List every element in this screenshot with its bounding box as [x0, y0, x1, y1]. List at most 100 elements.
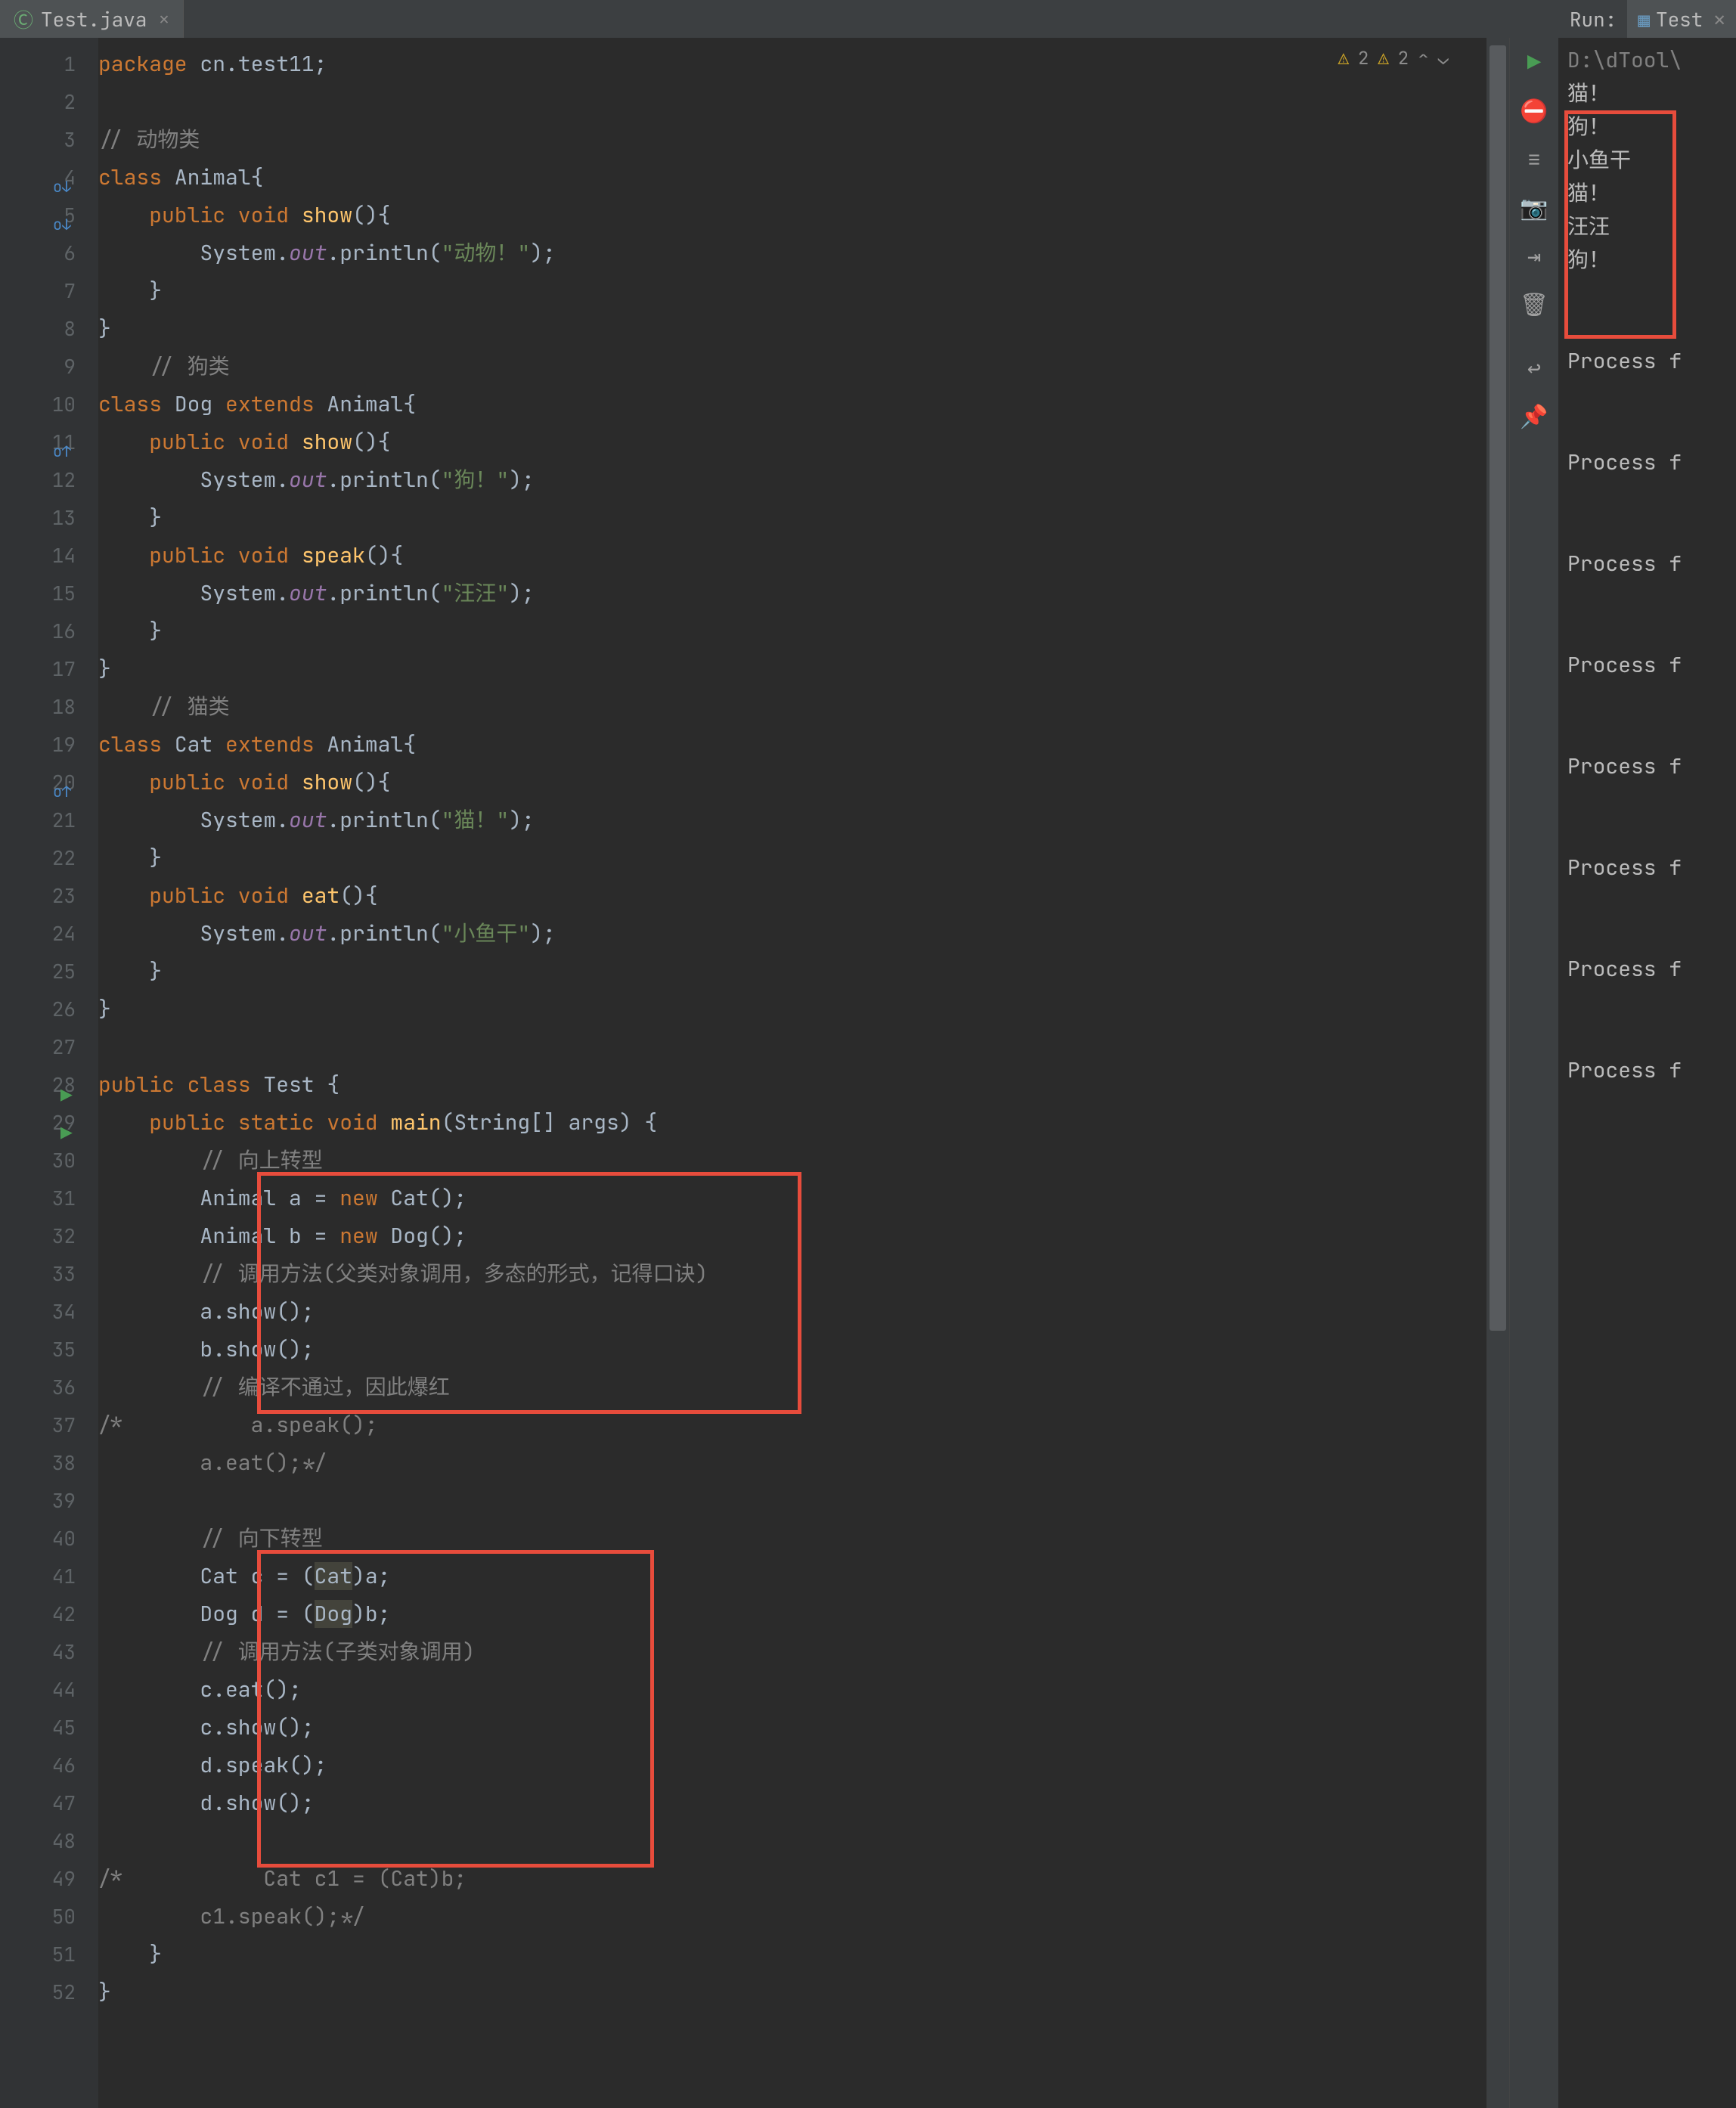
line-number[interactable]: 43 [0, 1633, 98, 1671]
code-line[interactable]: /* a.speak(); [98, 1406, 1486, 1444]
line-number[interactable]: 41 [0, 1558, 98, 1595]
code-line[interactable]: d.show(); [98, 1784, 1486, 1822]
layout-icon[interactable]: ≡ [1527, 144, 1541, 174]
line-number[interactable]: 9 [0, 348, 98, 386]
code-line[interactable]: c.eat(); [98, 1671, 1486, 1709]
line-number[interactable]: 31 [0, 1180, 98, 1217]
line-number[interactable]: 38 [0, 1444, 98, 1482]
line-number[interactable]: 39 [0, 1482, 98, 1520]
code-line[interactable]: class Animal{ [98, 159, 1486, 197]
code-line[interactable]: // 调用方法(子类对象调用) [98, 1633, 1486, 1671]
code-line[interactable]: c1.speak();*/ [98, 1898, 1486, 1936]
line-number[interactable]: 2 [0, 83, 98, 121]
line-number[interactable]: 28▶ [0, 1066, 98, 1104]
run-tab[interactable]: ▦ Test ✕ [1627, 0, 1736, 38]
code-line[interactable]: // 动物类 [98, 121, 1486, 159]
line-number[interactable]: 45 [0, 1709, 98, 1747]
code-line[interactable]: // 猫类 [98, 688, 1486, 726]
code-line[interactable]: b.show(); [98, 1331, 1486, 1369]
line-number[interactable]: 40 [0, 1520, 98, 1558]
code-line[interactable] [98, 83, 1486, 121]
line-number[interactable]: 21 [0, 801, 98, 839]
code-area[interactable]: package cn.test11;// 动物类class Animal{ pu… [98, 38, 1486, 2011]
code-line[interactable]: // 编译不通过，因此爆红 [98, 1369, 1486, 1406]
editor-scrollbar[interactable] [1486, 38, 1509, 2108]
line-number[interactable]: 3 [0, 121, 98, 159]
code-line[interactable] [98, 1028, 1486, 1066]
line-number[interactable]: 42 [0, 1595, 98, 1633]
line-number[interactable]: 17 [0, 650, 98, 688]
line-number[interactable]: 23 [0, 877, 98, 915]
scrollbar-thumb[interactable] [1490, 45, 1506, 1331]
line-number[interactable]: 18 [0, 688, 98, 726]
line-number[interactable]: 26 [0, 990, 98, 1028]
code-line[interactable]: Cat c = (Cat)a; [98, 1558, 1486, 1595]
code-line[interactable]: class Dog extends Animal{ [98, 386, 1486, 423]
trash-icon[interactable]: 🗑 [1520, 289, 1548, 319]
close-icon[interactable]: ✕ [1713, 6, 1725, 33]
prev-highlight-icon[interactable]: ⌃ [1418, 47, 1428, 70]
code-line[interactable]: System.out.println("动物！"); [98, 234, 1486, 272]
code-line[interactable]: /* Cat c1 = (Cat)b; [98, 1860, 1486, 1898]
code-line[interactable]: } [98, 1973, 1486, 2011]
code-line[interactable]: } [98, 272, 1486, 310]
code-line[interactable]: } [98, 499, 1486, 537]
line-number[interactable]: 49 [0, 1860, 98, 1898]
line-number[interactable]: 22 [0, 839, 98, 877]
line-number[interactable]: 16 [0, 612, 98, 650]
code-line[interactable]: } [98, 1936, 1486, 1973]
code-line[interactable]: } [98, 650, 1486, 688]
soft-wrap-icon[interactable]: ↩ [1527, 352, 1541, 383]
line-number[interactable]: 29▶ [0, 1104, 98, 1142]
run-console[interactable]: D:\dTool\猫！狗！小鱼干猫！汪汪狗！Process fProcess f… [1558, 38, 1736, 1093]
line-number[interactable]: 24 [0, 915, 98, 953]
code-line[interactable]: a.eat();*/ [98, 1444, 1486, 1482]
line-number[interactable]: 33 [0, 1255, 98, 1293]
line-number[interactable]: 11o↑ [0, 423, 98, 461]
line-number[interactable]: 34 [0, 1293, 98, 1331]
line-number[interactable]: 27 [0, 1028, 98, 1066]
line-number[interactable]: 47 [0, 1784, 98, 1822]
exit-icon[interactable]: ⇥ [1527, 240, 1541, 271]
close-icon[interactable]: ✕ [159, 8, 169, 30]
line-number[interactable]: 4o↓ [0, 159, 98, 197]
inspection-badges[interactable]: ⚠2 ⚠2 ⌃ ⌄ [1338, 47, 1449, 70]
code-line[interactable]: a.show(); [98, 1293, 1486, 1331]
code-line[interactable]: c.show(); [98, 1709, 1486, 1747]
code-line[interactable]: } [98, 953, 1486, 990]
line-number[interactable]: 30 [0, 1142, 98, 1180]
code-line[interactable] [98, 1482, 1486, 1520]
code-line[interactable]: public void show(){ [98, 423, 1486, 461]
line-number[interactable]: 12 [0, 461, 98, 499]
code-line[interactable]: // 向下转型 [98, 1520, 1486, 1558]
line-number[interactable]: 1 [0, 45, 98, 83]
code-line[interactable]: System.out.println("汪汪"); [98, 575, 1486, 612]
line-number[interactable]: 32 [0, 1217, 98, 1255]
code-line[interactable]: } [98, 839, 1486, 877]
code-line[interactable]: d.speak(); [98, 1747, 1486, 1784]
line-number[interactable]: 8 [0, 310, 98, 348]
code-line[interactable]: Dog d = (Dog)b; [98, 1595, 1486, 1633]
code-line[interactable]: } [98, 612, 1486, 650]
next-highlight-icon[interactable]: ⌄ [1438, 47, 1449, 70]
line-number[interactable]: 35 [0, 1331, 98, 1369]
code-line[interactable]: public class Test { [98, 1066, 1486, 1104]
line-number[interactable]: 25 [0, 953, 98, 990]
code-line[interactable]: Animal b = new Dog(); [98, 1217, 1486, 1255]
code-line[interactable]: public void speak(){ [98, 537, 1486, 575]
line-number[interactable]: 14 [0, 537, 98, 575]
code-line[interactable]: // 狗类 [98, 348, 1486, 386]
line-number[interactable]: 44 [0, 1671, 98, 1709]
code-line[interactable]: } [98, 310, 1486, 348]
line-number[interactable]: 36 [0, 1369, 98, 1406]
code-line[interactable]: System.out.println("猫！"); [98, 801, 1486, 839]
line-number[interactable]: 20o↑ [0, 764, 98, 801]
camera-icon[interactable]: 📷 [1520, 192, 1548, 222]
code-line[interactable]: System.out.println("小鱼干"); [98, 915, 1486, 953]
line-number[interactable]: 51 [0, 1936, 98, 1973]
code-line[interactable]: public static void main(String[] args) { [98, 1104, 1486, 1142]
line-number[interactable]: 52 [0, 1973, 98, 2011]
line-number[interactable]: 6 [0, 234, 98, 272]
code-line[interactable]: // 调用方法(父类对象调用，多态的形式，记得口诀) [98, 1255, 1486, 1293]
line-number[interactable]: 10 [0, 386, 98, 423]
